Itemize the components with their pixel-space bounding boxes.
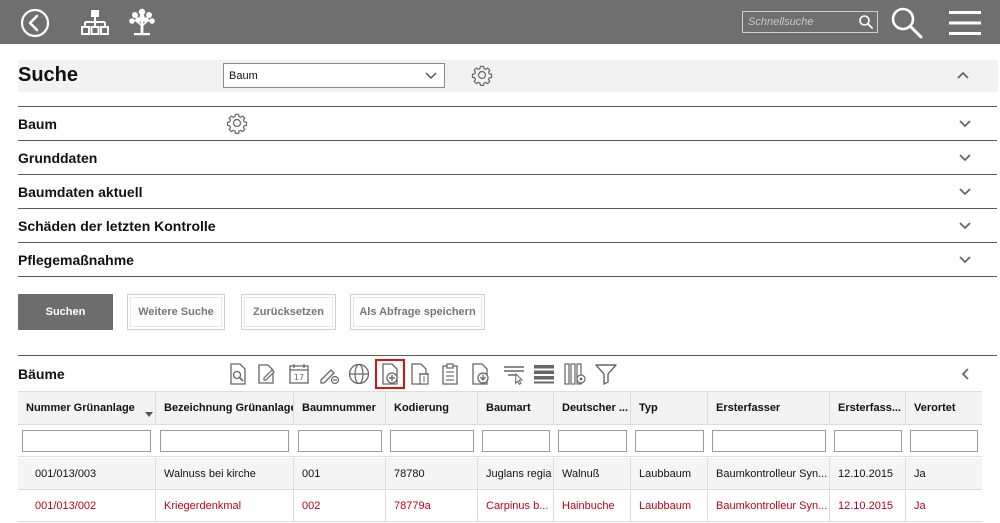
globe-icon[interactable]: [347, 362, 371, 386]
search-header: Suche Baum: [18, 60, 998, 92]
table-cell: 78779a: [386, 490, 478, 522]
sort-descending-icon: [145, 412, 153, 417]
filter-input[interactable]: [22, 430, 151, 452]
filter-icon[interactable]: [594, 362, 618, 386]
calendar-icon[interactable]: 17: [287, 362, 311, 386]
results-title: Bäume: [18, 366, 65, 382]
search-type-value: Baum: [229, 70, 258, 82]
save-query-button[interactable]: Als Abfrage speichern: [350, 294, 485, 330]
section-label: Pflegemaßnahme: [18, 252, 134, 268]
table-cell: Baumkontrolleur Syn...: [708, 458, 830, 490]
table-cell: Juglans regia: [478, 458, 554, 490]
search-button[interactable]: Suchen: [18, 294, 113, 330]
table-cell: 12.10.2015: [830, 458, 906, 490]
quick-search-box[interactable]: [742, 11, 878, 33]
reset-button[interactable]: Zurücksetzen: [241, 294, 336, 330]
table-cell: Carpinus b...: [478, 490, 554, 522]
table-cell: 002: [294, 490, 386, 522]
table-cell: 001/013/003: [18, 458, 156, 490]
section-schaeden[interactable]: Schäden der letzten Kontrolle: [18, 209, 997, 243]
table-header: Nummer Grünanlage Bezeichnung Grünanlage…: [18, 391, 982, 425]
search-type-select[interactable]: Baum: [223, 63, 445, 88]
chevron-down-icon[interactable]: [958, 151, 972, 165]
table-cell: Ja: [914, 468, 926, 480]
filter-input[interactable]: [298, 430, 382, 452]
chevron-down-icon[interactable]: [958, 253, 972, 267]
columns-settings-icon[interactable]: [563, 362, 587, 386]
table-cell: Laubbaum: [631, 490, 708, 522]
delete-document-icon[interactable]: [408, 362, 432, 386]
hamburger-menu-icon[interactable]: [949, 9, 981, 37]
top-bar: [0, 0, 1000, 44]
column-header[interactable]: Ersterfasser: [708, 392, 830, 424]
results-header: Bäume 17: [18, 355, 997, 391]
view-details-icon[interactable]: [226, 362, 250, 386]
back-arrow-icon[interactable]: [20, 8, 50, 38]
column-header[interactable]: Deutscher ...: [554, 392, 631, 424]
filter-input[interactable]: [390, 430, 474, 452]
chevron-down-icon: [425, 72, 437, 80]
org-chart-icon[interactable]: [80, 8, 110, 38]
table-cell: Kriegerdenkmal: [156, 490, 294, 522]
filter-input[interactable]: [635, 430, 704, 452]
settings-gear-icon[interactable]: [226, 112, 248, 134]
filter-input[interactable]: [712, 430, 826, 452]
column-header[interactable]: Baumnummer: [294, 392, 386, 424]
column-header[interactable]: Nummer Grünanlage: [18, 392, 156, 424]
quick-search-input[interactable]: [743, 12, 855, 32]
section-baum[interactable]: Baum: [18, 107, 997, 141]
edit-document-icon[interactable]: [255, 362, 279, 386]
filter-input[interactable]: [910, 430, 978, 452]
filter-input[interactable]: [834, 430, 902, 452]
section-label: Baumdaten aktuell: [18, 184, 143, 200]
column-header[interactable]: Kodierung: [386, 392, 478, 424]
column-header[interactable]: Ersterfass...: [830, 392, 906, 424]
advanced-search-icon[interactable]: [890, 6, 924, 40]
settings-gear-icon[interactable]: [471, 64, 493, 86]
table-row[interactable]: 001/013/003 Walnuss bei kirche 001 78780…: [18, 458, 982, 490]
table-cell: 001/013/002: [18, 490, 156, 522]
column-header[interactable]: Verortet: [906, 392, 982, 424]
table-cell: Baumkontrolleur Syn...: [708, 490, 830, 522]
section-grunddaten[interactable]: Grunddaten: [18, 141, 997, 175]
filter-row: [18, 425, 982, 457]
select-rows-icon[interactable]: [502, 362, 526, 386]
download-document-icon[interactable]: [469, 362, 493, 386]
search-icon[interactable]: [858, 14, 874, 30]
section-pflegemassnahme[interactable]: Pflegemaßnahme: [18, 243, 997, 277]
table-cell: 78780: [386, 458, 478, 490]
tree-icon[interactable]: [126, 6, 158, 38]
chevron-left-icon[interactable]: [958, 367, 972, 381]
page-title: Suche: [18, 64, 79, 86]
chevron-down-icon[interactable]: [958, 219, 972, 233]
section-baumdaten-aktuell[interactable]: Baumdaten aktuell: [18, 175, 997, 209]
svg-text:17: 17: [294, 373, 304, 382]
section-label: Grunddaten: [18, 150, 98, 166]
column-header[interactable]: Baumart: [478, 392, 554, 424]
table-cell: 001: [294, 458, 386, 490]
table-cell: Laubbaum: [631, 458, 708, 490]
section-label: Baum: [18, 116, 57, 132]
table-cell: Walnuss bei kirche: [156, 458, 294, 490]
chevron-up-icon[interactable]: [956, 68, 970, 82]
list-rows-icon[interactable]: [532, 362, 556, 386]
chevron-down-icon[interactable]: [958, 185, 972, 199]
filter-input[interactable]: [558, 430, 627, 452]
table-row[interactable]: 001/013/002 Kriegerdenkmal 002 78779a Ca…: [18, 490, 982, 522]
clipboard-icon[interactable]: [438, 362, 462, 386]
table-cell: Ja: [914, 500, 926, 512]
filter-input[interactable]: [482, 430, 550, 452]
table-cell: Walnuß: [554, 458, 631, 490]
table-cell: 12.10.2015: [830, 490, 906, 522]
table-cell: Hainbuche: [554, 490, 631, 522]
add-document-icon[interactable]: [375, 359, 405, 389]
section-label: Schäden der letzten Kontrolle: [18, 218, 216, 234]
chevron-down-icon[interactable]: [958, 117, 972, 131]
column-header[interactable]: Bezeichnung Grünanlage: [156, 392, 294, 424]
filter-input[interactable]: [160, 430, 289, 452]
edit-location-icon[interactable]: [317, 362, 341, 386]
column-header[interactable]: Typ: [631, 392, 708, 424]
more-search-button[interactable]: Weitere Suche: [127, 294, 225, 330]
